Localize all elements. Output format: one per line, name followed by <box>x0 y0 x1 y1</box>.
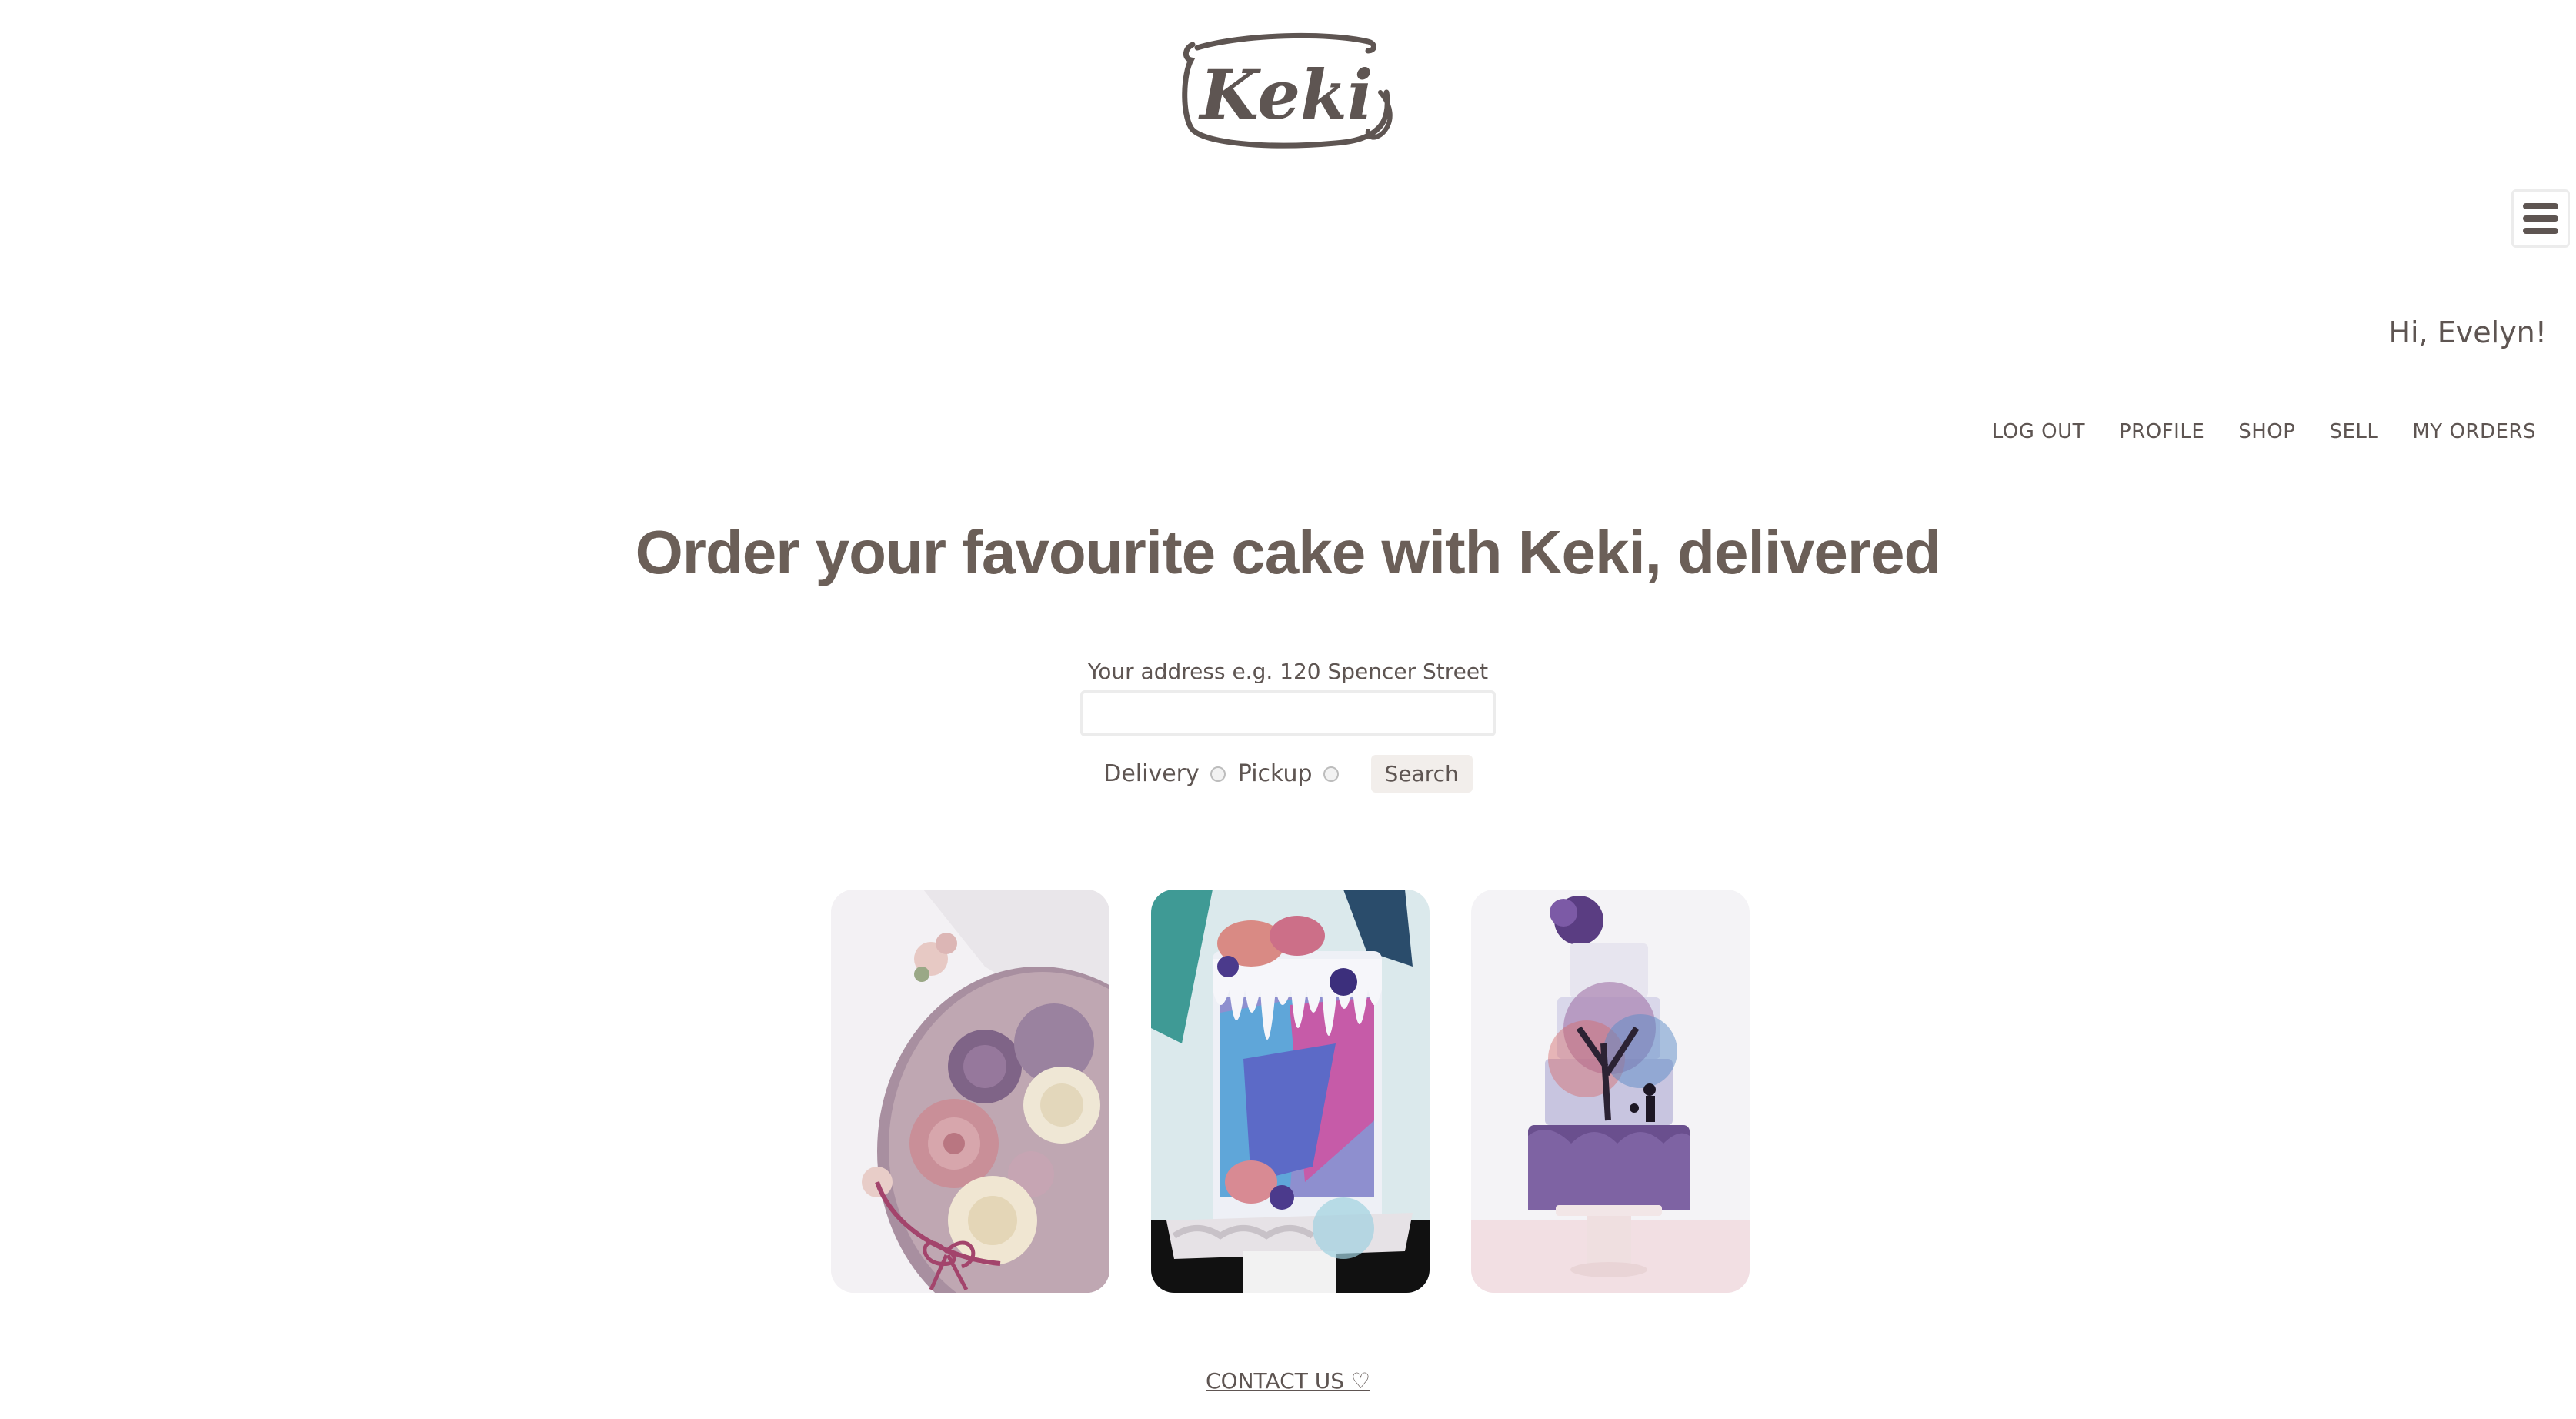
keki-logo[interactable]: Keki <box>1174 28 1399 151</box>
main-nav: LOG OUT PROFILE SHOP SELL MY ORDERS <box>1992 420 2536 443</box>
cake-gallery <box>831 890 1750 1293</box>
delivery-radio[interactable] <box>1210 766 1226 782</box>
hamburger-menu-button[interactable] <box>2511 189 2570 248</box>
drip-cake-with-macarons-image <box>1151 890 1430 1293</box>
pickup-label: Pickup <box>1237 760 1313 787</box>
address-search-form: Your address e.g. 120 Spencer Street Del… <box>0 659 2576 793</box>
nav-my-orders-link[interactable]: MY ORDERS <box>2412 420 2536 443</box>
cake-card-tiered[interactable] <box>1471 890 1750 1293</box>
delivery-options: Delivery Pickup Search <box>0 755 2576 793</box>
delivery-option: Delivery <box>1103 760 1226 787</box>
pickup-radio[interactable] <box>1323 766 1339 782</box>
page: Keki Hi, Evelyn! LOG OUT PROFILE SHOP SE… <box>0 0 2576 1419</box>
contact-us-link[interactable]: CONTACT US ♡ <box>1206 1368 1370 1394</box>
tiered-painted-tree-cake-image <box>1471 890 1750 1293</box>
search-button[interactable]: Search <box>1370 755 1473 793</box>
address-input[interactable] <box>1080 690 1496 736</box>
nav-shop-link[interactable]: SHOP <box>2238 420 2295 443</box>
user-greeting: Hi, Evelyn! <box>2388 316 2547 349</box>
nav-profile-link[interactable]: PROFILE <box>2119 420 2204 443</box>
cake-card-floral[interactable] <box>831 890 1109 1293</box>
pickup-option: Pickup <box>1238 760 1339 787</box>
footer: CONTACT US ♡ <box>0 1368 2576 1394</box>
nav-logout-link[interactable]: LOG OUT <box>1992 420 2085 443</box>
delivery-label: Delivery <box>1103 760 1200 787</box>
cake-card-drip[interactable] <box>1151 890 1430 1293</box>
address-label: Your address e.g. 120 Spencer Street <box>1087 659 1489 684</box>
logo-text: Keki <box>1198 55 1373 135</box>
keki-logo-icon: Keki <box>1182 32 1393 149</box>
page-title: Order your favourite cake with Keki, del… <box>635 518 1942 586</box>
floral-buttercream-cake-image <box>831 890 1109 1293</box>
nav-sell-link[interactable]: SELL <box>2329 420 2378 443</box>
